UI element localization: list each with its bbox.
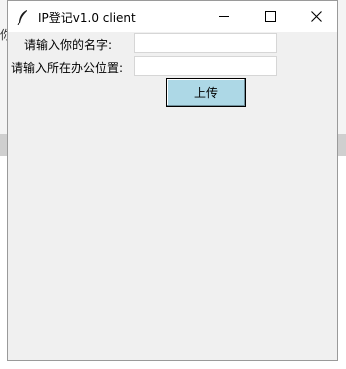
maximize-button[interactable] — [247, 1, 293, 32]
minimize-icon — [219, 16, 229, 17]
name-input[interactable] — [134, 33, 277, 53]
office-label: 请输入所在办公位置: — [11, 61, 124, 75]
close-icon — [310, 7, 322, 26]
upload-button[interactable]: 上传 — [166, 78, 246, 107]
office-input[interactable] — [134, 56, 277, 76]
app-window: IP登记v1.0 client 请输入你的名字: 请输入所在办公位置: 上传 — [7, 0, 338, 361]
close-button[interactable] — [293, 1, 339, 32]
feather-icon — [16, 9, 30, 26]
maximize-icon — [264, 11, 276, 22]
title-bar[interactable]: IP登记v1.0 client — [8, 1, 337, 32]
name-label: 请输入你的名字: — [24, 38, 113, 52]
window-title: IP登记v1.0 client — [38, 11, 136, 25]
minimize-button[interactable] — [201, 1, 247, 32]
